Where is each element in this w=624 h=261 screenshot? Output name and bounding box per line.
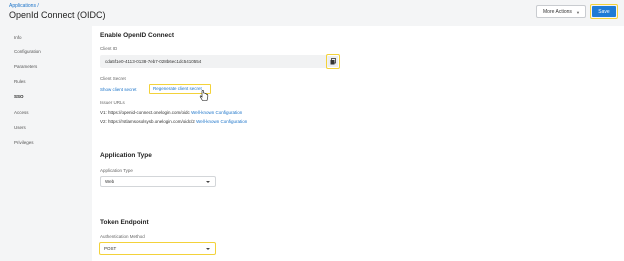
caret-down-icon — [206, 247, 210, 250]
sidebar-item-rules[interactable]: Rules — [14, 79, 26, 84]
issuer-v2-wellknown-link[interactable]: Well-known Configuration — [196, 119, 247, 124]
client-id-label: Client ID — [100, 46, 118, 51]
sidebar-item-access[interactable]: Access — [14, 110, 29, 115]
sidebar-item-sso[interactable]: SSO — [14, 94, 24, 99]
issuer-v1-url: V1: https://openid-connect.onelogin.com/… — [100, 110, 190, 115]
issuer-v1-text: V1: https://openid-connect.onelogin.com/… — [100, 110, 242, 115]
sidebar-item-parameters[interactable]: Parameters — [14, 64, 37, 69]
section-title-token-endpoint: Token Endpoint — [100, 219, 149, 226]
client-id-field[interactable]: cda5f1e0-4113-0138-7eb7-028b6ec1dc541055… — [100, 55, 328, 68]
sidebar-item-configuration[interactable]: Configuration — [14, 49, 41, 54]
more-actions-dropdown[interactable]: More Actions ▼ — [536, 5, 586, 18]
authentication-method-label: Authentication Method — [100, 234, 145, 239]
issuer-v2-url: V2: https://rstlamsosolsysb.onelogin.com… — [100, 119, 195, 124]
sidebar-item-info[interactable]: Info — [14, 35, 22, 40]
authentication-method-value: POST — [104, 246, 117, 251]
authentication-method-select[interactable]: POST — [99, 242, 216, 255]
show-client-secret-link[interactable]: Show client secret — [100, 87, 137, 92]
save-button[interactable]: Save — [592, 6, 616, 17]
hand-pointer-icon — [199, 90, 209, 101]
regenerate-client-secret-link[interactable]: Regenerate client secret — [153, 86, 202, 91]
issuer-urls-label: Issuer URLs — [100, 100, 125, 105]
copy-icon — [330, 58, 336, 65]
top-bar: Applications / OpenId Connect (OIDC) Mor… — [0, 0, 624, 26]
issuer-v1-wellknown-link[interactable]: Well-known Configuration — [191, 110, 242, 115]
application-type-select[interactable]: Web — [100, 176, 216, 187]
chevron-down-icon: ▼ — [576, 10, 580, 15]
section-title-enable-oidc: Enable OpenID Connect — [100, 32, 175, 39]
sidebar-item-users[interactable]: Users — [14, 125, 26, 130]
sidebar-nav: Info Configuration Parameters Rules SSO … — [0, 26, 90, 261]
more-actions-label: More Actions — [543, 8, 572, 15]
breadcrumb[interactable]: Applications / — [9, 3, 39, 9]
page-title: OpenId Connect (OIDC) — [9, 10, 106, 20]
application-type-label: Application Type — [100, 168, 133, 173]
copy-button[interactable] — [328, 56, 338, 67]
caret-down-icon — [206, 181, 210, 183]
issuer-v2-text: V2: https://rstlamsosolsysb.onelogin.com… — [100, 119, 247, 124]
sidebar-item-privileges[interactable]: Privileges — [14, 140, 34, 145]
application-type-value: Web — [105, 179, 115, 184]
client-secret-label: Client Secret — [100, 76, 126, 81]
section-title-application-type: Application Type — [100, 152, 152, 159]
